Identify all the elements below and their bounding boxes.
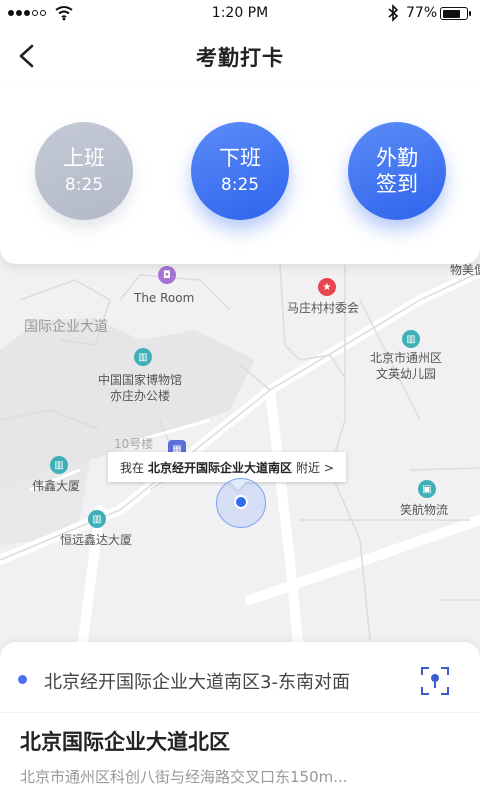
tooltip-location: 北京经开国际企业大道南区 xyxy=(148,460,293,475)
current-location-icon xyxy=(234,495,248,509)
poi-kindergarten-line2: 文英幼儿园 xyxy=(376,367,437,381)
tooltip-prefix: 我在 xyxy=(120,460,145,475)
poi-kindergarten-line1: 北京市通州区 xyxy=(370,351,443,365)
header: 考勤打卡 xyxy=(0,28,480,86)
poi-the-room[interactable]: The Room xyxy=(134,290,194,306)
building-icon[interactable]: ▥ xyxy=(50,456,68,474)
clock-in-label: 上班 xyxy=(63,146,105,170)
field-checkin-label-2: 签到 xyxy=(376,172,418,196)
bottom-panel: 北京经开国际企业大道南区3-东南对面 北京国际企业大道北区 北京市通州区科创八街… xyxy=(0,642,480,800)
star-pin-icon[interactable]: ★ xyxy=(318,278,336,296)
place-name[interactable]: 北京国际企业大道北区 xyxy=(20,726,230,756)
poi-logistics[interactable]: 笑航物流 xyxy=(400,502,448,518)
field-checkin-label-1: 外勤 xyxy=(376,146,418,170)
building-icon[interactable]: ▥ xyxy=(88,510,106,528)
clock-out-button[interactable]: 下班 8:25 xyxy=(191,122,289,220)
current-address: 北京经开国际企业大道南区3-东南对面 xyxy=(44,672,350,693)
bluetooth-icon xyxy=(388,4,399,22)
poi-village-committee[interactable]: 马庄村村委会 xyxy=(287,300,359,316)
clock-out-time: 8:25 xyxy=(220,175,260,195)
battery-percent: 77% xyxy=(406,5,438,21)
poi-kindergarten[interactable]: 北京市通州区 文英幼儿园 xyxy=(370,350,442,382)
poi-museum-line1: 中国国家博物馆 xyxy=(98,373,183,387)
district-label: 国际企业大道 xyxy=(24,319,108,335)
location-tooltip[interactable]: 我在 北京经开国际企业大道南区 附近 > xyxy=(108,452,346,482)
battery-fill xyxy=(442,9,460,18)
location-scan-icon[interactable] xyxy=(420,666,450,696)
building-icon[interactable]: ▥ xyxy=(134,348,152,366)
clock-in-button[interactable]: 上班 8:25 xyxy=(35,122,133,220)
place-address: 北京市通州区科创八街与经海路交叉口东150m... xyxy=(20,768,348,786)
current-address-row[interactable]: 北京经开国际企业大道南区3-东南对面 xyxy=(0,660,480,700)
clock-in-time: 8:25 xyxy=(64,175,104,195)
battery-icon xyxy=(440,7,471,20)
poi-wumei[interactable]: 物美便利超 xyxy=(450,262,480,278)
poi-hengyuan[interactable]: 恒远鑫达大厦 xyxy=(60,532,132,548)
building-icon[interactable]: ▥ xyxy=(402,330,420,348)
location-dot-icon xyxy=(18,675,27,684)
punch-panel: 上班 8:25 下班 8:25 外勤 签到 xyxy=(0,86,480,264)
clock-out-label: 下班 xyxy=(219,146,261,170)
poi-weixin[interactable]: 伟鑫大厦 xyxy=(32,478,80,494)
building-10-label: 10号楼 xyxy=(114,437,154,451)
shopping-bag-icon[interactable]: ◘ xyxy=(158,266,176,284)
tooltip-suffix: 附近 > xyxy=(296,460,334,475)
page-title: 考勤打卡 xyxy=(196,46,284,70)
truck-icon[interactable]: ▣ xyxy=(418,480,436,498)
poi-museum-line2: 亦庄办公楼 xyxy=(110,389,171,403)
divider xyxy=(0,712,480,713)
status-bar: 1:20 PM 77% xyxy=(0,0,480,28)
poi-museum[interactable]: 中国国家博物馆 亦庄办公楼 xyxy=(98,372,182,404)
field-checkin-button[interactable]: 外勤 签到 xyxy=(348,122,446,220)
